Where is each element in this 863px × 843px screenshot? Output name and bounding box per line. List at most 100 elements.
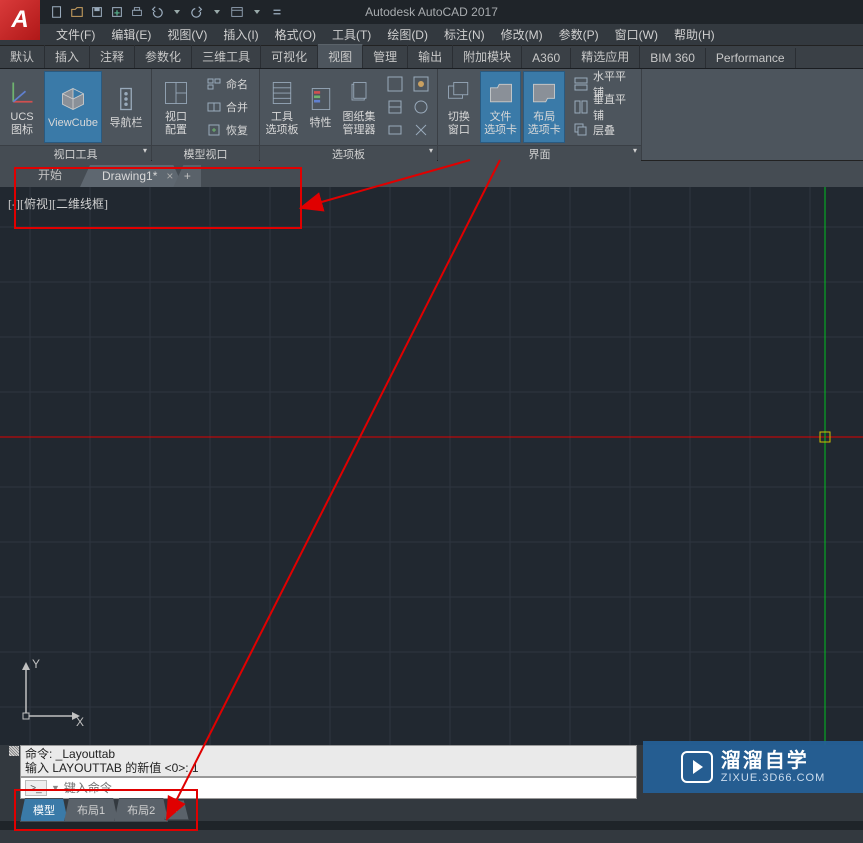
- ribbon-tab-bim360[interactable]: BIM 360: [640, 48, 706, 68]
- qat-equals-icon[interactable]: [268, 3, 286, 21]
- restore-viewport-button[interactable]: 恢复: [202, 119, 252, 141]
- command-input[interactable]: [64, 781, 632, 796]
- ribbon-tab-output[interactable]: 输出: [408, 45, 453, 68]
- menu-parametric[interactable]: 参数(P): [551, 26, 607, 43]
- ribbon-tab-strip: 默认 插入 注释 参数化 三维工具 可视化 视图 管理 输出 附加模块 A360…: [0, 46, 863, 69]
- sheet-set-button[interactable]: 图纸集 管理器: [339, 71, 379, 143]
- palette-icon-5[interactable]: [383, 119, 407, 141]
- ucs-icon: [6, 77, 38, 109]
- qat-save-icon[interactable]: [88, 3, 106, 21]
- menu-modify[interactable]: 修改(M): [493, 26, 551, 43]
- file-tabs-button[interactable]: 文件 选项卡: [480, 71, 522, 143]
- named-views-button[interactable]: 命名: [202, 73, 252, 95]
- panel-model-viewport-title: 模型视口: [152, 145, 259, 161]
- ribbon-tab-parametric[interactable]: 参数化: [135, 45, 192, 68]
- menu-insert[interactable]: 插入(I): [215, 26, 266, 43]
- viewport-label[interactable]: [-][俯视][二维线框]: [8, 195, 108, 212]
- panel-viewport-tools-title[interactable]: 视口工具: [0, 145, 151, 161]
- file-tab-drawing1[interactable]: Drawing1*: [80, 165, 183, 187]
- qat-undo-dropdown-icon[interactable]: [168, 3, 186, 21]
- viewcube-label: ViewCube: [48, 117, 98, 130]
- panel-interface-title[interactable]: 界面: [438, 145, 641, 161]
- ribbon-tab-3dtools[interactable]: 三维工具: [192, 45, 261, 68]
- viewport-config-button[interactable]: 视口 配置: [154, 71, 198, 143]
- menu-window[interactable]: 窗口(W): [607, 26, 666, 43]
- watermark-url: ZIXUE.3D66.COM: [721, 772, 825, 784]
- layout-tab-model[interactable]: 模型: [20, 798, 68, 822]
- navbar-button[interactable]: 导航栏: [104, 71, 148, 143]
- viewport-config-icon: [160, 77, 192, 109]
- menu-dimension[interactable]: 标注(N): [436, 26, 493, 43]
- ribbon-tab-insert[interactable]: 插入: [45, 45, 90, 68]
- status-bar: [0, 821, 863, 830]
- drawing-area[interactable]: [-][俯视][二维线框] Y X: [0, 187, 863, 745]
- palette-icon-6[interactable]: [409, 119, 433, 141]
- file-tab-start[interactable]: 开始: [20, 162, 90, 187]
- qat-open-icon[interactable]: [68, 3, 86, 21]
- ucs-icon-button[interactable]: UCS 图标: [2, 71, 42, 143]
- file-tabs-icon: [485, 77, 517, 109]
- qat-saveas-icon[interactable]: [108, 3, 126, 21]
- named-views-label: 命名: [226, 76, 248, 92]
- qat-new-icon[interactable]: [48, 3, 66, 21]
- tile-vertical-button[interactable]: 垂直平铺: [569, 96, 637, 118]
- menu-draw[interactable]: 绘图(D): [379, 26, 436, 43]
- cascade-button[interactable]: 层叠: [569, 119, 637, 141]
- qat-workspace-icon[interactable]: [228, 3, 246, 21]
- join-viewports-button[interactable]: 合并: [202, 96, 252, 118]
- command-line[interactable]: >_ ▼: [20, 777, 637, 799]
- play-icon: [681, 751, 713, 783]
- layout-tab-1[interactable]: 布局1: [64, 798, 118, 822]
- ribbon-tab-featured[interactable]: 精选应用: [571, 45, 640, 68]
- qat-workspace-dropdown-icon[interactable]: [248, 3, 266, 21]
- viewcube-button[interactable]: ViewCube: [44, 71, 102, 143]
- qat-print-icon[interactable]: [128, 3, 146, 21]
- layout-tab-2[interactable]: 布局2: [114, 798, 168, 822]
- ucs-x-label: X: [76, 715, 84, 728]
- switch-windows-button[interactable]: 切换 窗口: [440, 71, 478, 143]
- ribbon-tab-addins[interactable]: 附加模块: [453, 45, 522, 68]
- ribbon-tab-annotate[interactable]: 注释: [90, 45, 135, 68]
- palette-icon-3[interactable]: [383, 96, 407, 118]
- ribbon-tab-manage[interactable]: 管理: [363, 45, 408, 68]
- menu-view[interactable]: 视图(V): [159, 26, 215, 43]
- panel-palettes-title[interactable]: 选项板: [260, 145, 437, 161]
- menu-help[interactable]: 帮助(H): [666, 26, 723, 43]
- tool-palettes-button[interactable]: 工具 选项板: [262, 71, 302, 143]
- navbar-label: 导航栏: [110, 117, 143, 130]
- navbar-icon: [110, 83, 142, 115]
- restore-viewport-label: 恢复: [226, 122, 248, 138]
- ribbon-tab-a360[interactable]: A360: [522, 48, 571, 68]
- ucs-indicator[interactable]: Y X: [14, 658, 84, 731]
- menu-tools[interactable]: 工具(T): [324, 26, 379, 43]
- layout-tabs-button[interactable]: 布局 选项卡: [523, 71, 565, 143]
- drawing-grid: [0, 187, 863, 745]
- menu-bar: 文件(F) 编辑(E) 视图(V) 插入(I) 格式(O) 工具(T) 绘图(D…: [0, 24, 863, 46]
- app-logo[interactable]: A: [0, 0, 40, 40]
- qat-undo-icon[interactable]: [148, 3, 166, 21]
- command-dropdown-icon[interactable]: ▼: [51, 783, 60, 793]
- ribbon-tab-default[interactable]: 默认: [0, 45, 45, 68]
- restore-icon: [206, 122, 222, 138]
- ribbon-tab-view[interactable]: 视图: [318, 44, 363, 68]
- menu-format[interactable]: 格式(O): [267, 26, 324, 43]
- switch-windows-icon: [443, 77, 475, 109]
- palette-icon-4[interactable]: [409, 96, 433, 118]
- merge-icon: [206, 99, 222, 115]
- qat-redo-icon[interactable]: [188, 3, 206, 21]
- tile-h-icon: [573, 76, 589, 92]
- palette-icon-2[interactable]: [409, 73, 433, 95]
- ucs-y-label: Y: [32, 658, 40, 671]
- command-prompt-icon[interactable]: >_: [25, 780, 47, 796]
- quick-access-toolbar: [48, 3, 286, 21]
- properties-button[interactable]: 特性: [304, 71, 337, 143]
- layout-tab-add-button[interactable]: +: [164, 800, 188, 820]
- menu-edit[interactable]: 编辑(E): [103, 26, 159, 43]
- panel-model-viewport: 视口 配置 命名 合并 恢复 模型视口: [152, 69, 260, 160]
- ribbon-tab-visualize[interactable]: 可视化: [261, 45, 318, 68]
- menu-file[interactable]: 文件(F): [48, 26, 103, 43]
- qat-redo-dropdown-icon[interactable]: [208, 3, 226, 21]
- palette-icon-1[interactable]: [383, 73, 407, 95]
- viewcube-icon: [57, 83, 89, 115]
- ribbon-tab-performance[interactable]: Performance: [706, 48, 796, 68]
